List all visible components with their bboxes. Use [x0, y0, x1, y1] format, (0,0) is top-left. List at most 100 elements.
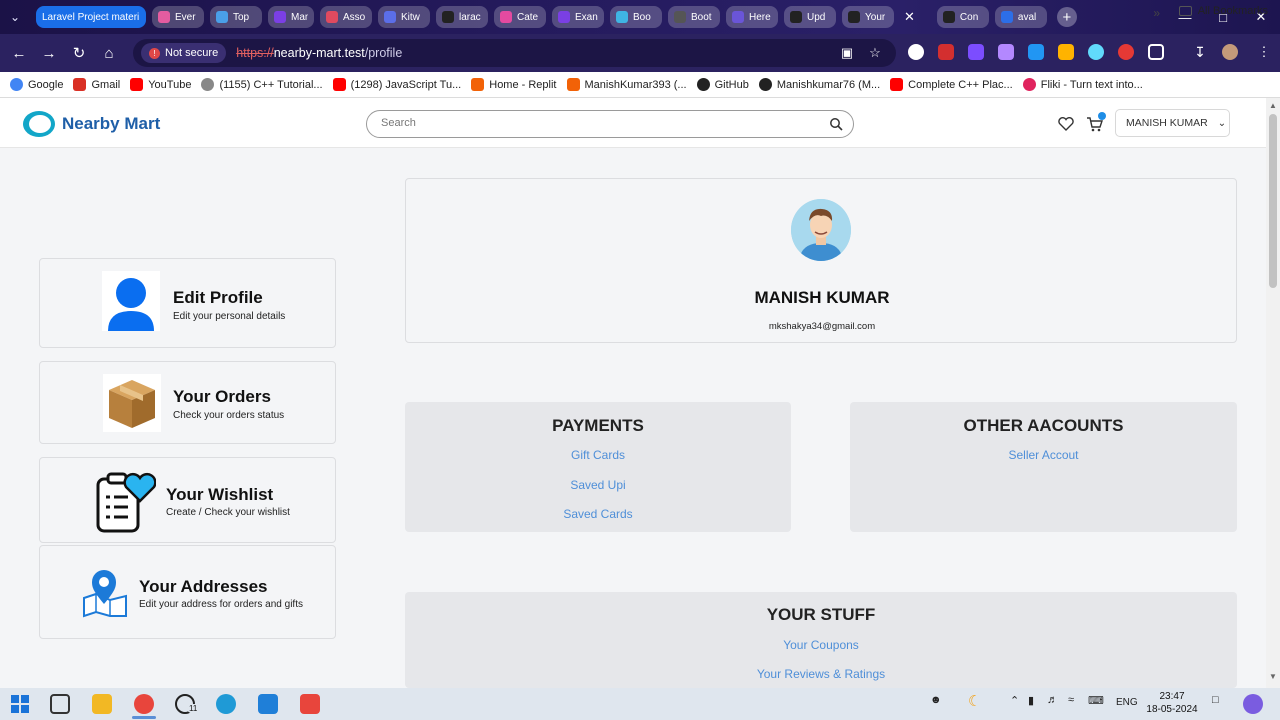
keyboard-icon[interactable]: ⌨ — [1088, 694, 1104, 707]
copilot-icon[interactable] — [1243, 694, 1263, 714]
file-explorer-icon[interactable] — [92, 694, 112, 714]
browser-tab[interactable]: Boot — [668, 6, 720, 28]
browser-tab[interactable]: Con — [936, 6, 989, 28]
bookmark-item[interactable]: Gmail — [73, 78, 120, 91]
extension-icon[interactable] — [1058, 44, 1074, 60]
more-bookmarks-icon[interactable]: » — [1153, 6, 1160, 20]
all-bookmarks-button[interactable]: All Bookmarks — [1178, 5, 1268, 17]
reviews-ratings-link[interactable]: Your Reviews & Ratings — [405, 667, 1237, 681]
home-icon[interactable]: ⌂ — [94, 45, 124, 62]
google-icon — [10, 78, 23, 91]
show-hidden-icons-icon[interactable]: ⌃ — [1010, 694, 1019, 707]
wishlist-heart-icon[interactable] — [1057, 115, 1075, 133]
bookmark-item[interactable]: GitHub — [696, 78, 749, 91]
wifi-icon[interactable]: ≈ — [1068, 694, 1074, 706]
your-wishlist-card[interactable]: Your Wishlist Create / Check your wishli… — [39, 457, 336, 543]
extension-icon[interactable] — [1028, 44, 1044, 60]
cart-badge — [1098, 112, 1106, 120]
tab-favicon-icon — [848, 11, 860, 23]
back-arrow-icon[interactable]: ← — [4, 45, 34, 62]
browser-tab[interactable]: Ever — [152, 6, 204, 28]
extension-icon[interactable] — [968, 44, 984, 60]
profile-avatar-icon[interactable] — [1222, 44, 1238, 60]
browser-tab[interactable]: aval — [994, 6, 1047, 28]
browser-menu-icon[interactable]: ⋮ — [1256, 44, 1272, 60]
language-indicator[interactable]: ENG — [1116, 697, 1138, 708]
scroll-down-arrow-icon[interactable]: ▼ — [1269, 672, 1277, 681]
chevron-down-icon: ⌄ — [1217, 117, 1227, 129]
tab-search-chevron-icon[interactable]: ⌄ — [0, 10, 30, 24]
tab-title: Kitw — [401, 11, 420, 23]
tab-title: Here — [749, 11, 771, 23]
people-icon[interactable]: ☻ — [930, 694, 942, 706]
forward-arrow-icon[interactable]: → — [34, 45, 64, 62]
close-tab-icon[interactable]: ✕ — [904, 9, 915, 25]
gift-cards-link[interactable]: Gift Cards — [405, 448, 791, 462]
site-logo[interactable]: Nearby Mart — [23, 111, 160, 137]
your-orders-card[interactable]: Your Orders Check your orders status — [39, 361, 336, 444]
browser-tab[interactable]: Asso — [320, 6, 372, 28]
bookmark-item[interactable]: Fliki - Turn text into... — [1022, 78, 1143, 91]
bookmark-item[interactable]: (1155) C++ Tutorial... — [201, 78, 323, 91]
browser-tab[interactable]: Your — [842, 6, 894, 28]
battery-icon[interactable]: ▮ — [1028, 694, 1034, 707]
page-scrollbar[interactable]: ▲ ▼ — [1266, 98, 1280, 688]
browser-tab[interactable]: Kitw — [378, 6, 430, 28]
replit-icon — [566, 78, 580, 91]
whatsapp-badge: 11 — [187, 704, 200, 713]
youtube-icon — [130, 78, 144, 91]
search-icon[interactable] — [829, 117, 843, 131]
scroll-up-arrow-icon[interactable]: ▲ — [1269, 101, 1277, 110]
browser-tab[interactable]: Here — [726, 6, 778, 28]
browser-tab[interactable]: Top — [210, 6, 262, 28]
saved-cards-link[interactable]: Saved Cards — [405, 507, 791, 521]
bookmark-item[interactable]: (1298) JavaScript Tu... — [332, 78, 461, 91]
bookmark-item[interactable]: ManishKumar393 (... — [566, 78, 687, 91]
your-addresses-card[interactable]: Your Addresses Edit your address for ord… — [39, 545, 336, 639]
taskbar-clock[interactable]: 23:47 18-05-2024 — [1142, 690, 1202, 716]
bookmark-item[interactable]: Manishkumar76 (M... — [758, 78, 880, 91]
bookmark-star-icon[interactable]: ☆ — [867, 45, 883, 61]
vscode-icon[interactable] — [258, 694, 278, 714]
browser-tab[interactable]: Exan — [552, 6, 604, 28]
windows-start-icon[interactable] — [11, 695, 29, 713]
translate-icon[interactable]: ▣ — [839, 45, 855, 61]
not-secure-badge[interactable]: ! Not secure — [141, 43, 227, 63]
browser-tab[interactable]: Cate — [494, 6, 546, 28]
react-devtools-icon[interactable] — [1088, 44, 1104, 60]
bookmark-label: ManishKumar393 (... — [584, 78, 687, 91]
browser-tab[interactable]: Boo — [610, 6, 662, 28]
pdf-extension-icon[interactable] — [938, 44, 954, 60]
notifications-icon[interactable]: □ — [1212, 694, 1219, 706]
user-menu-button[interactable]: MANISH KUMAR ⌄ — [1115, 109, 1230, 137]
volume-icon[interactable]: ♬ — [1047, 694, 1058, 706]
edge-icon[interactable] — [216, 694, 236, 714]
browser-tab[interactable]: larac — [436, 6, 488, 28]
extension-icon[interactable] — [998, 44, 1014, 60]
seller-account-link[interactable]: Seller Accout — [850, 448, 1237, 462]
browser-tab[interactable]: Laravel Project materi — [36, 6, 146, 28]
tab-favicon-icon — [616, 11, 628, 23]
microphone-icon[interactable] — [908, 44, 924, 60]
new-tab-button[interactable]: + — [1056, 7, 1077, 27]
reload-icon[interactable]: ↻ — [64, 44, 94, 62]
browser-tab[interactable]: Upd — [784, 6, 836, 28]
browser-tab[interactable]: Man — [268, 6, 314, 28]
scroll-thumb[interactable] — [1269, 114, 1277, 288]
bookmark-item[interactable]: YouTube — [130, 78, 191, 91]
heidisql-icon[interactable] — [300, 694, 320, 714]
edit-profile-card[interactable]: Edit Profile Edit your personal details — [39, 258, 336, 348]
bookmark-item[interactable]: Home - Replit — [471, 78, 557, 91]
task-view-icon[interactable] — [50, 694, 70, 714]
search-input[interactable] — [381, 117, 801, 129]
download-icon[interactable]: ↧ — [1192, 44, 1208, 60]
address-bar[interactable]: ! Not secure https://nearby-mart.test/pr… — [133, 39, 896, 67]
your-coupons-link[interactable]: Your Coupons — [405, 638, 1237, 652]
extension-icon[interactable] — [1118, 44, 1134, 60]
weather-moon-icon[interactable]: ☾ — [968, 692, 981, 710]
bookmark-item[interactable]: Complete C++ Plac... — [890, 78, 1013, 91]
extensions-puzzle-icon[interactable] — [1148, 44, 1164, 60]
bookmark-item[interactable]: Google — [10, 78, 63, 91]
saved-upi-link[interactable]: Saved Upi — [405, 478, 791, 492]
chrome-icon[interactable] — [134, 694, 154, 714]
